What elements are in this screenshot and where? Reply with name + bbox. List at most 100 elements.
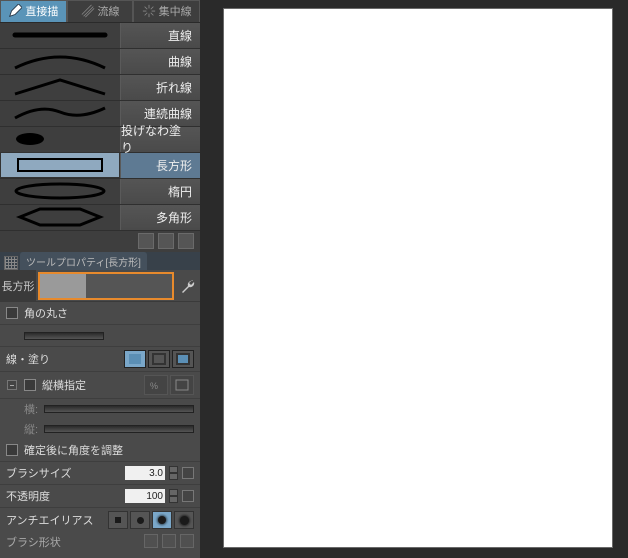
aa-weak-button[interactable] xyxy=(130,511,150,529)
dim-height-row: 縦: xyxy=(18,419,200,439)
tool-property-title: ツールプロパティ[長方形] xyxy=(20,252,147,270)
preset-label: 長方形 xyxy=(0,270,36,301)
tab-label: 集中線 xyxy=(159,3,192,19)
corner-round-slider[interactable] xyxy=(24,332,104,340)
tab-flow-line[interactable]: 流線 xyxy=(67,0,134,22)
corner-round-checkbox[interactable] xyxy=(6,307,18,319)
wrench-icon[interactable] xyxy=(180,278,196,294)
tool-property-body: 長方形 角の丸さ 線・塗り xyxy=(0,270,200,558)
subtool-buttons xyxy=(0,231,200,252)
duplicate-subtool-icon[interactable] xyxy=(158,233,174,249)
tool-panel: 直接描 流線 集中線 直線 曲線 折れ線 xyxy=(0,0,200,558)
pencil-icon xyxy=(8,4,22,18)
aspect-checkbox[interactable] xyxy=(24,379,36,391)
panel-grip-icon[interactable] xyxy=(4,256,18,270)
tool-tabs: 直接描 流線 集中線 xyxy=(0,0,200,23)
linefill-outline-button[interactable] xyxy=(148,350,170,368)
preset-selector[interactable] xyxy=(38,272,174,300)
canvas[interactable] xyxy=(223,8,613,548)
prop-aspect: 縦横指定 % xyxy=(0,372,200,399)
brush-size-stepper[interactable] xyxy=(169,466,178,480)
prop-label: 不透明度 xyxy=(6,488,50,504)
subtool-list: 直線 曲線 折れ線 連続曲線 投げなわ塗り 長方形 xyxy=(0,23,200,231)
prop-label: ブラシサイズ xyxy=(6,465,71,481)
subtool-rectangle[interactable]: 長方形 xyxy=(0,153,200,179)
subtool-label: 長方形 xyxy=(156,157,192,174)
tab-focus-line[interactable]: 集中線 xyxy=(133,0,200,22)
aspect-px-button[interactable] xyxy=(170,375,194,395)
rotate-after-checkbox[interactable] xyxy=(6,444,18,456)
subtool-preview xyxy=(0,100,120,126)
prop-corner-round-slider-row xyxy=(0,325,200,347)
prop-label: 角の丸さ xyxy=(24,305,68,321)
subtool-polyline[interactable]: 折れ線 xyxy=(0,75,200,101)
subtool-ellipse[interactable]: 楕円 xyxy=(0,179,200,205)
subtool-menu-icon[interactable] xyxy=(138,233,154,249)
subtool-preview xyxy=(0,22,120,48)
canvas-area xyxy=(200,0,628,558)
dim-label: 横: xyxy=(24,401,38,417)
preset-bar: 長方形 xyxy=(0,270,200,302)
aa-strong-button[interactable] xyxy=(174,511,194,529)
opacity-value[interactable]: 100 xyxy=(125,489,165,503)
aa-mid-button[interactable] xyxy=(152,511,172,529)
brush-size-value[interactable]: 3.0 xyxy=(125,466,165,480)
outline-icon xyxy=(152,353,166,365)
subtool-preview xyxy=(0,48,120,74)
linefill-both-button[interactable] xyxy=(172,350,194,368)
width-slider[interactable] xyxy=(44,405,194,413)
prop-label: 確定後に角度を調整 xyxy=(24,442,123,458)
prop-label: アンチエイリアス xyxy=(6,512,94,528)
prop-brush-shape: ブラシ形状 xyxy=(0,532,200,552)
subtool-label: 折れ線 xyxy=(156,79,192,96)
subtool-label: 曲線 xyxy=(168,53,192,70)
opacity-stepper[interactable] xyxy=(169,489,178,503)
aspect-ratio-button[interactable]: % xyxy=(144,375,168,395)
fill-icon xyxy=(128,353,142,365)
flowline-icon xyxy=(81,4,95,18)
subtool-label: 連続曲線 xyxy=(144,105,192,122)
subtool-preview xyxy=(0,152,120,178)
prop-line-fill: 線・塗り xyxy=(0,347,200,372)
opacity-dynamics-icon[interactable] xyxy=(182,490,194,502)
subtool-preview xyxy=(0,178,120,204)
height-slider[interactable] xyxy=(44,425,194,433)
prop-label: 縦横指定 xyxy=(42,377,86,393)
brush-size-dynamics-icon[interactable] xyxy=(182,467,194,479)
subtool-label: 多角形 xyxy=(156,209,192,226)
subtool-lassofill[interactable]: 投げなわ塗り xyxy=(0,127,200,153)
subtool-preview xyxy=(0,74,120,100)
linefill-fill-button[interactable] xyxy=(124,350,146,368)
prop-label: 線・塗り xyxy=(6,351,50,367)
subtool-curve[interactable]: 曲線 xyxy=(0,49,200,75)
prop-corner-round: 角の丸さ xyxy=(0,302,200,325)
tab-direct-draw[interactable]: 直接描 xyxy=(0,0,67,22)
subtool-label: 投げなわ塗り xyxy=(121,122,192,156)
subtool-polygon[interactable]: 多角形 xyxy=(0,205,200,231)
brush-shape-button[interactable] xyxy=(144,534,158,548)
brush-shape-register-icon[interactable] xyxy=(162,534,176,548)
subtool-label: 楕円 xyxy=(168,183,192,200)
collapse-icon[interactable] xyxy=(7,380,17,390)
aa-none-button[interactable] xyxy=(108,511,128,529)
dim-width-row: 横: xyxy=(18,399,200,419)
tool-settings-icon[interactable] xyxy=(180,534,194,548)
subtool-label: 直線 xyxy=(168,27,192,44)
focusline-icon xyxy=(142,4,156,18)
prop-label: ブラシ形状 xyxy=(6,534,61,550)
dim-label: 縦: xyxy=(24,421,38,437)
fill-outline-icon xyxy=(176,353,190,365)
subtool-preview xyxy=(0,204,120,230)
aspect-dims: 横: 縦: xyxy=(0,399,200,439)
ratio-icon: % xyxy=(148,378,164,392)
svg-text:%: % xyxy=(150,381,158,391)
subtool-line[interactable]: 直線 xyxy=(0,23,200,49)
tool-property-header: ツールプロパティ[長方形] xyxy=(0,252,200,270)
delete-subtool-icon[interactable] xyxy=(178,233,194,249)
prop-rotate-after: 確定後に角度を調整 xyxy=(0,439,200,462)
prop-brush-size: ブラシサイズ 3.0 xyxy=(0,462,200,485)
tab-label: 直接描 xyxy=(25,3,58,19)
prop-antialias: アンチエイリアス xyxy=(0,508,200,532)
tab-label: 流線 xyxy=(98,3,120,19)
prop-opacity: 不透明度 100 xyxy=(0,485,200,508)
